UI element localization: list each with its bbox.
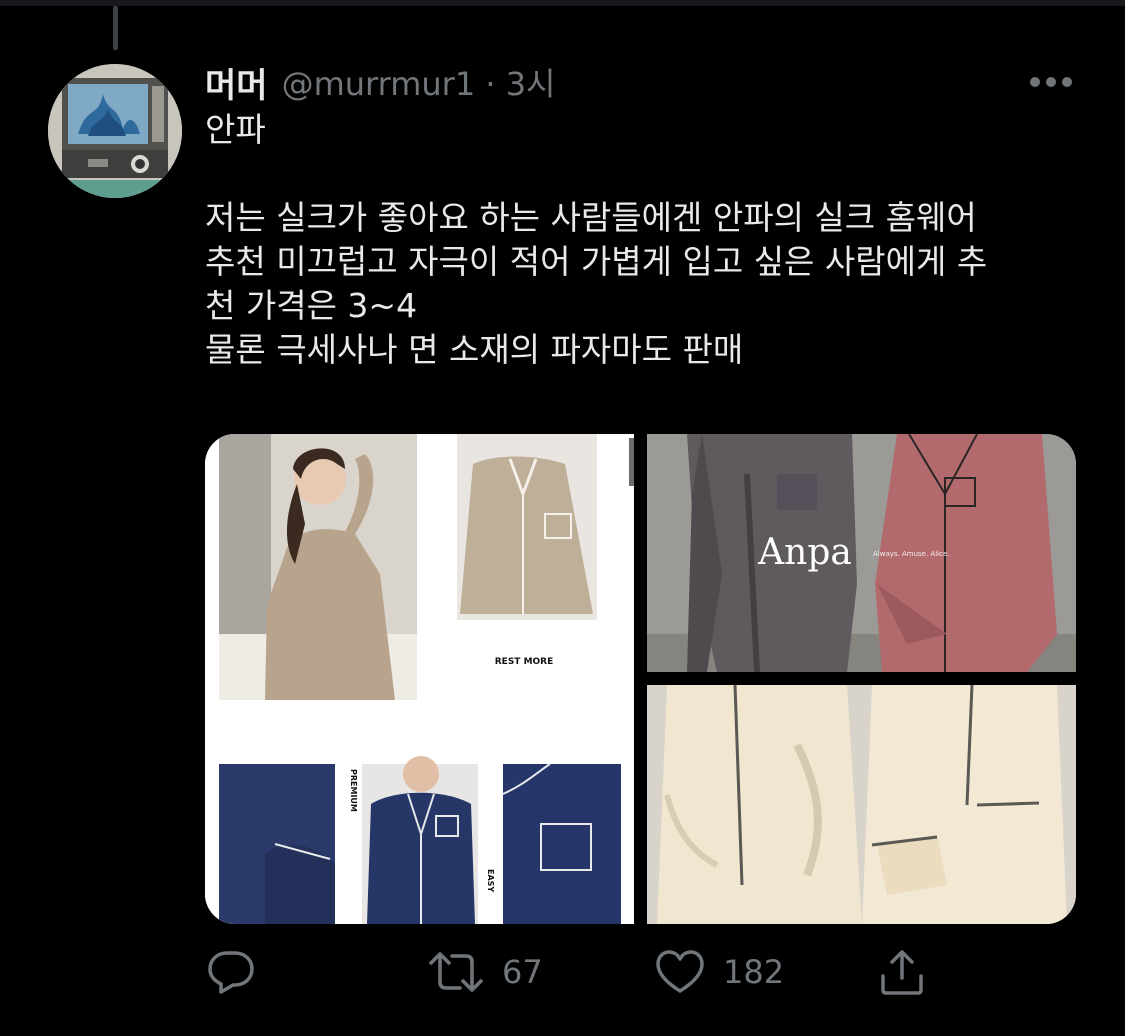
like-count: 182 (723, 953, 785, 991)
brand-logo: Anpa (757, 532, 852, 573)
share-button[interactable] (878, 944, 926, 1000)
share-icon (881, 950, 923, 995)
easy-label: EASY (486, 869, 495, 892)
media-image-cotton-pajamas[interactable] (647, 685, 1076, 924)
top-divider (0, 0, 1125, 6)
cotton-pajamas-photo (647, 685, 1076, 924)
media-image-velvet-pajamas[interactable]: Anpa Always. Amuse. Alice. (647, 434, 1076, 672)
more-dots-icon (1030, 77, 1072, 87)
avatar-image (48, 64, 182, 198)
product-page-photo: REST MORE PREMIUM EASY (205, 434, 634, 924)
tweet-line: 안파 (205, 110, 266, 149)
handle-and-timestamp[interactable]: @murrmur1 · 3시 (282, 59, 556, 105)
heart-icon (656, 950, 704, 993)
reply-button[interactable] (207, 944, 255, 1000)
media-image-product-page[interactable]: REST MORE PREMIUM EASY (205, 434, 634, 924)
premium-label: PREMIUM (349, 769, 358, 812)
display-name[interactable]: 머머 (205, 58, 268, 107)
reply-icon (208, 951, 254, 994)
velvet-pajamas-photo: Anpa Always. Amuse. Alice. (647, 434, 1076, 672)
tweet-action-bar: 67 182 (0, 944, 1125, 1000)
retweet-count: 67 (502, 953, 543, 991)
avatar[interactable] (48, 64, 182, 198)
retweet-button[interactable]: 67 (428, 944, 543, 1000)
rest-more-label: REST MORE (495, 657, 554, 667)
like-button[interactable]: 182 (655, 944, 784, 1000)
tweet-header: 머머 @murrmur1 · 3시 (205, 58, 556, 106)
tweet-body: 안파 저는 실크가 좋아요 하는 사람들에겐 안파의 실크 홈웨어 추천 미끄럽… (205, 108, 1085, 372)
brand-tagline: Always. Amuse. Alice. (873, 550, 950, 558)
more-options-button[interactable] (1022, 62, 1080, 102)
tweet-page: 머머 @murrmur1 · 3시 안파 저는 실크가 좋아요 하는 사람들에겐… (0, 0, 1125, 1036)
tweet-line (205, 152, 1085, 196)
tweet-line: 추천 미끄럽고 자극이 적어 가볍게 입고 싶은 사람에게 추 (205, 242, 988, 281)
thread-connector-line (113, 6, 118, 50)
tweet-line: 물론 극세사나 면 소재의 파자마도 판매 (205, 330, 744, 369)
media-grid: REST MORE PREMIUM EASY Anpa Always. Amus… (205, 434, 1076, 924)
retweet-icon (429, 952, 483, 992)
tweet-line: 저는 실크가 좋아요 하는 사람들에겐 안파의 실크 홈웨어 (205, 198, 977, 237)
tweet-line: 천 가격은 3~4 (205, 286, 418, 325)
